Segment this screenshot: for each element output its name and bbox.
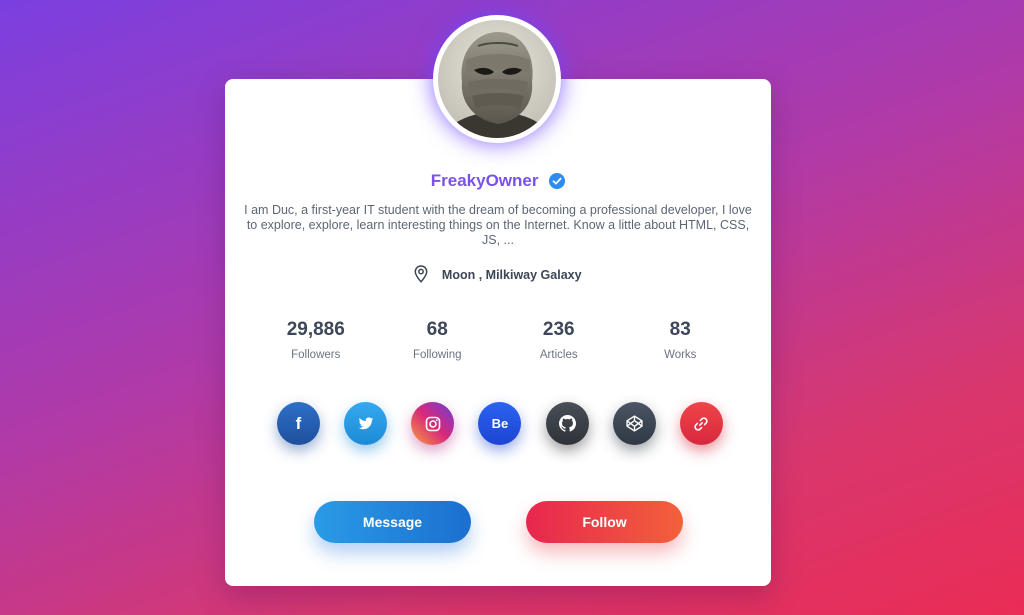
stat-following[interactable]: 68 Following xyxy=(377,319,499,361)
stat-value: 68 xyxy=(426,319,448,340)
stat-label: Articles xyxy=(539,349,578,361)
message-button[interactable]: Message xyxy=(314,501,471,543)
codepen-icon xyxy=(626,415,643,432)
stat-label: Following xyxy=(412,349,462,361)
location-row: Moon , Milkiway Galaxy xyxy=(225,265,771,286)
github-button[interactable] xyxy=(545,402,589,445)
avatar[interactable] xyxy=(438,20,556,138)
facebook-icon: f xyxy=(295,413,302,433)
stat-followers[interactable]: 29,886 Followers xyxy=(255,319,377,361)
link-button[interactable] xyxy=(679,402,723,445)
stat-works[interactable]: 83 Works xyxy=(620,319,742,361)
verified-badge-icon xyxy=(549,173,566,194)
location-text: Moon , Milkiway Galaxy xyxy=(441,268,582,282)
stat-articles[interactable]: 236 Articles xyxy=(498,319,620,361)
github-icon xyxy=(558,415,576,432)
profile-name-row: FreakyOwner xyxy=(225,171,771,194)
codepen-button[interactable] xyxy=(612,402,656,445)
profile-bio: I am Duc, a first-year IT student with t… xyxy=(244,203,752,247)
stat-value: 83 xyxy=(669,319,691,340)
stat-label: Works xyxy=(664,349,697,361)
instagram-button[interactable] xyxy=(411,402,455,445)
follow-button[interactable]: Follow xyxy=(526,501,683,543)
twitter-button[interactable] xyxy=(344,402,388,445)
stat-label: Followers xyxy=(291,349,341,361)
facebook-button[interactable]: f xyxy=(277,402,320,445)
behance-button[interactable]: Be xyxy=(478,402,522,445)
instagram-icon xyxy=(425,416,441,431)
link-icon xyxy=(694,416,709,431)
twitter-icon xyxy=(358,416,373,429)
map-pin-icon xyxy=(414,265,428,286)
behance-icon: Be xyxy=(491,416,509,431)
profile-name[interactable]: FreakyOwner xyxy=(431,171,539,190)
profile-card: FreakyOwner I am Duc, a first-year IT st… xyxy=(225,79,771,586)
social-links: f Be xyxy=(277,402,723,445)
avatar-image xyxy=(438,20,556,138)
stat-value: 29,886 xyxy=(286,319,345,340)
stat-value: 236 xyxy=(542,319,575,340)
stats-row: 29,886 Followers 68 Following 236 Articl… xyxy=(255,319,741,361)
